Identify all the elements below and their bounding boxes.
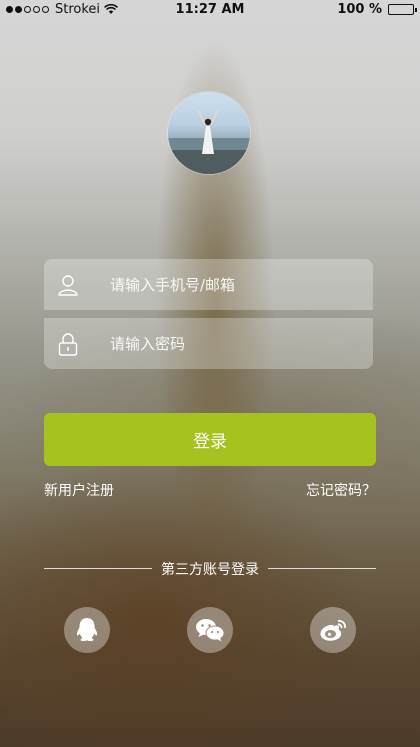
third-party-divider: 第三方账号登录 [44, 559, 376, 578]
lock-icon [44, 332, 92, 356]
account-field[interactable] [44, 259, 373, 310]
battery-percent: 100 % [337, 2, 382, 17]
third-party-heading: 第三方账号登录 [161, 562, 259, 578]
status-bar: Strokei 11:27 AM 100 % [0, 0, 420, 20]
divider-line-right [268, 568, 376, 569]
battery-group: 100 % [337, 2, 417, 17]
battery-icon [388, 4, 417, 15]
forgot-password-link[interactable]: 忘记密码？ [306, 480, 376, 500]
weibo-icon [320, 620, 346, 641]
password-input[interactable] [108, 333, 352, 354]
avatar-photo [168, 109, 250, 174]
wechat-icon [196, 619, 225, 642]
qq-icon [76, 618, 98, 642]
account-input[interactable] [108, 274, 352, 295]
user-icon [44, 273, 92, 297]
password-field[interactable] [44, 318, 373, 369]
avatar[interactable] [168, 92, 250, 174]
weibo-login-button[interactable] [310, 607, 356, 653]
register-link[interactable]: 新用户注册 [44, 480, 114, 500]
qq-login-button[interactable] [64, 607, 110, 653]
wechat-login-button[interactable] [187, 607, 233, 653]
login-button[interactable]: 登录 [44, 413, 376, 466]
